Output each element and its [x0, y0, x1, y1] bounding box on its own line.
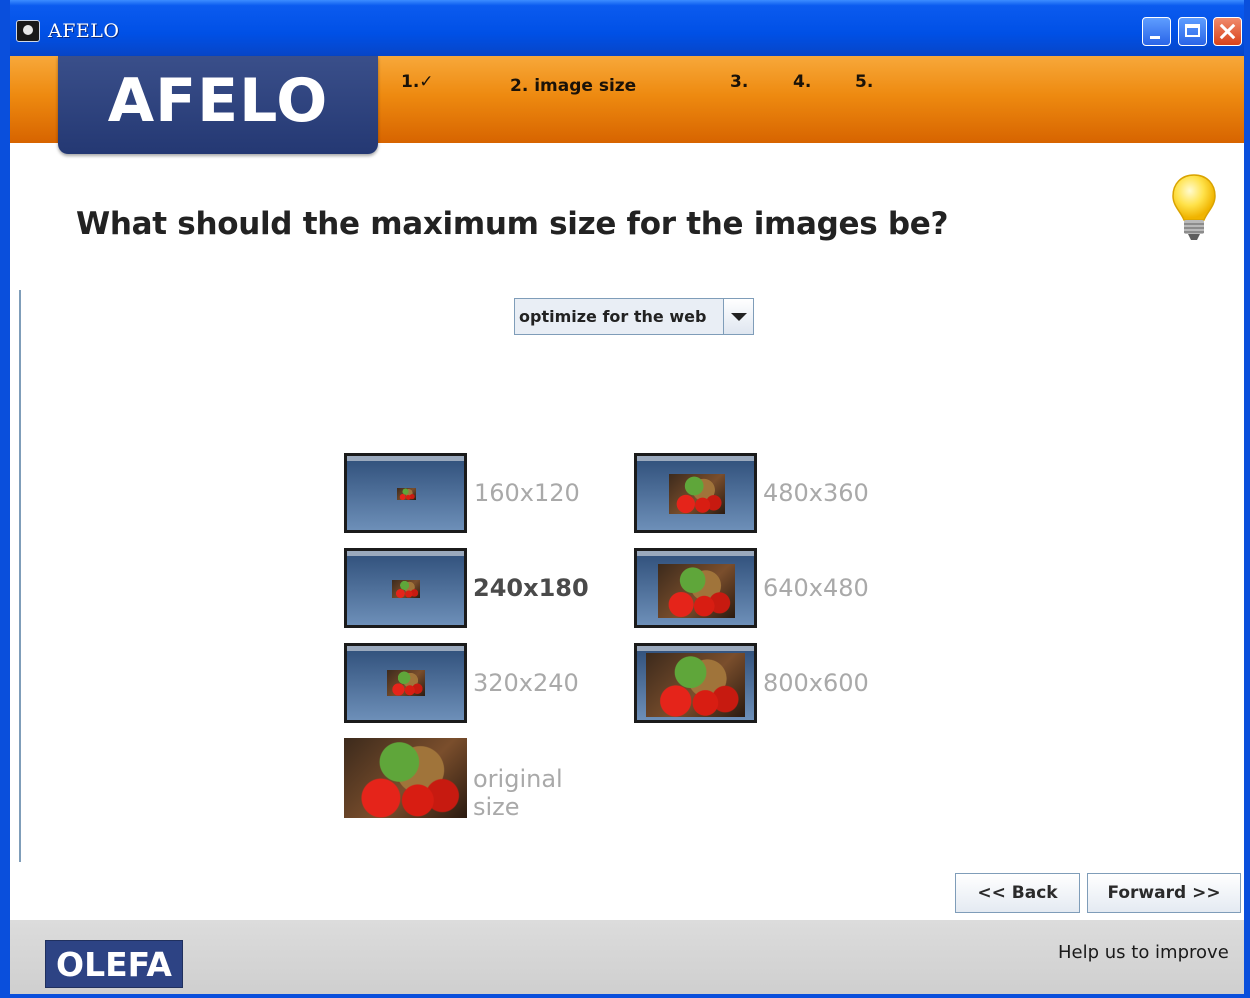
- size-label: 240x180: [473, 574, 589, 602]
- size-label: 480x360: [763, 479, 869, 507]
- forward-button[interactable]: Forward >>: [1087, 873, 1241, 913]
- page-title: What should the maximum size for the ima…: [76, 206, 949, 242]
- size-preview-thumbnail[interactable]: [344, 643, 467, 723]
- size-label: 800x600: [763, 669, 869, 697]
- preset-dropdown[interactable]: optimize for the web: [514, 298, 754, 335]
- help-improve-link[interactable]: Help us to improve: [1058, 942, 1229, 963]
- step-5[interactable]: 5.: [855, 72, 873, 92]
- step-3[interactable]: 3.: [730, 72, 748, 92]
- divider: [19, 290, 21, 862]
- size-label: original size: [473, 765, 563, 821]
- size-label: 160x120: [474, 479, 580, 507]
- size-label: 320x240: [473, 669, 579, 697]
- step-1[interactable]: 1.✓: [401, 72, 434, 92]
- original-size-thumbnail[interactable]: [344, 738, 467, 818]
- size-preview-thumbnail[interactable]: [634, 548, 757, 628]
- back-button[interactable]: << Back: [955, 873, 1080, 913]
- lightbulb-icon[interactable]: [1170, 172, 1218, 246]
- size-preview-thumbnail[interactable]: [634, 643, 757, 723]
- olefa-logo-button[interactable]: OLEFA: [45, 940, 183, 988]
- preset-value: optimize for the web: [519, 307, 707, 326]
- logo-tab: AFELO: [58, 56, 378, 154]
- step-2[interactable]: 2. image size: [510, 76, 636, 96]
- app-logo: AFELO: [107, 66, 329, 136]
- step-4[interactable]: 4.: [793, 72, 811, 92]
- size-preview-thumbnail[interactable]: [344, 548, 467, 628]
- size-preview-thumbnail[interactable]: [344, 453, 467, 533]
- size-preview-thumbnail[interactable]: [634, 453, 757, 533]
- chevron-down-icon[interactable]: [723, 299, 753, 334]
- size-label: 640x480: [763, 574, 869, 602]
